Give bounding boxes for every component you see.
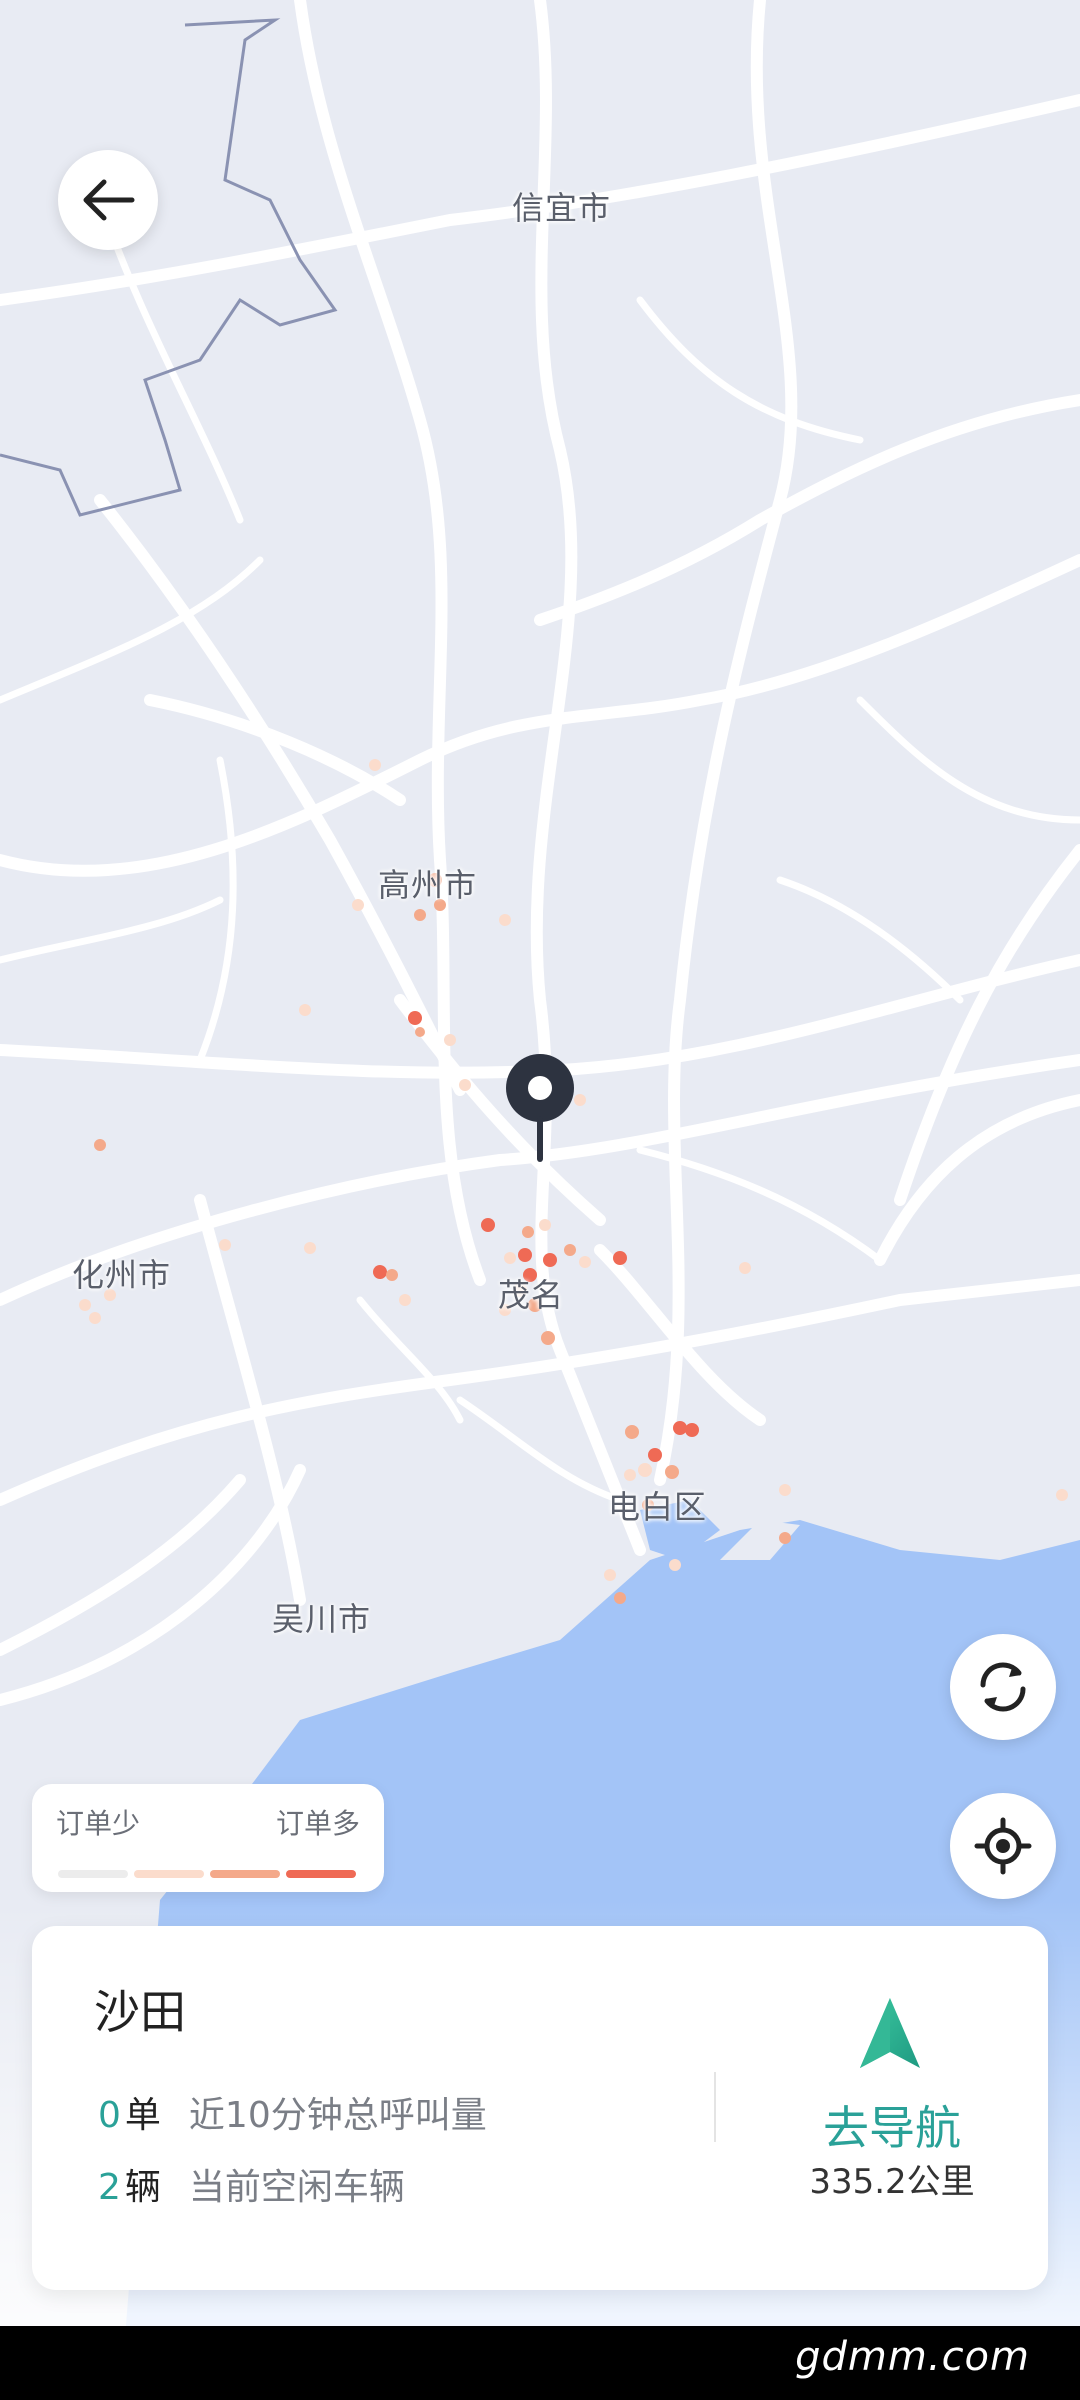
orders-stat: 0 单近10分钟总呼叫量 [98, 2086, 487, 2138]
city-label-wuchuan: 吴川市 [272, 1600, 372, 1638]
city-label-maoming: 茂名 [498, 1276, 565, 1314]
location-pin-icon[interactable] [504, 1054, 576, 1164]
legend-low-label: 订单少 [56, 1807, 141, 1840]
city-label-dianbai: 电白区 [608, 1488, 708, 1526]
arrow-left-icon [80, 176, 136, 224]
card-divider [714, 2072, 716, 2142]
legend-bar-2 [134, 1870, 204, 1878]
legend-high-label: 订单多 [275, 1807, 360, 1840]
back-button[interactable] [58, 150, 158, 250]
heat-legend: 订单少 订单多 [32, 1784, 384, 1892]
refresh-icon [973, 1657, 1033, 1717]
vehicles-stat: 2 辆当前空闲车辆 [98, 2158, 405, 2210]
orders-unit: 单 [124, 2095, 161, 2136]
area-name: 沙田 [94, 1985, 186, 2039]
area-info-card: 沙田 0 单近10分钟总呼叫量 2 辆当前空闲车辆 去导航 335.2公里 [32, 1926, 1048, 2290]
navigation-arrow-icon [858, 1998, 922, 2070]
legend-bar-4 [286, 1870, 356, 1878]
vehicles-desc: 当前空闲车辆 [188, 2167, 405, 2208]
refresh-button[interactable] [950, 1634, 1056, 1740]
navigate-button[interactable]: 去导航 335.2公里 [752, 1998, 1032, 2238]
watermark-text: gdmm.com [795, 2334, 1030, 2380]
vehicles-count: 2 [98, 2167, 121, 2208]
navigate-distance: 335.2公里 [809, 2162, 975, 2202]
locate-me-button[interactable] [950, 1793, 1056, 1899]
crosshair-icon [973, 1816, 1033, 1876]
vehicles-unit: 辆 [124, 2167, 161, 2208]
orders-count: 0 [98, 2095, 121, 2136]
orders-desc: 近10分钟总呼叫量 [188, 2095, 487, 2136]
city-label-gaozhou: 高州市 [378, 866, 478, 904]
legend-bar-1 [58, 1870, 128, 1878]
city-label-huazhou: 化州市 [72, 1256, 172, 1294]
navigate-label[interactable]: 去导航 [752, 2092, 1032, 2158]
legend-bar-3 [210, 1870, 280, 1878]
city-label-xinyi: 信宜市 [512, 189, 612, 227]
